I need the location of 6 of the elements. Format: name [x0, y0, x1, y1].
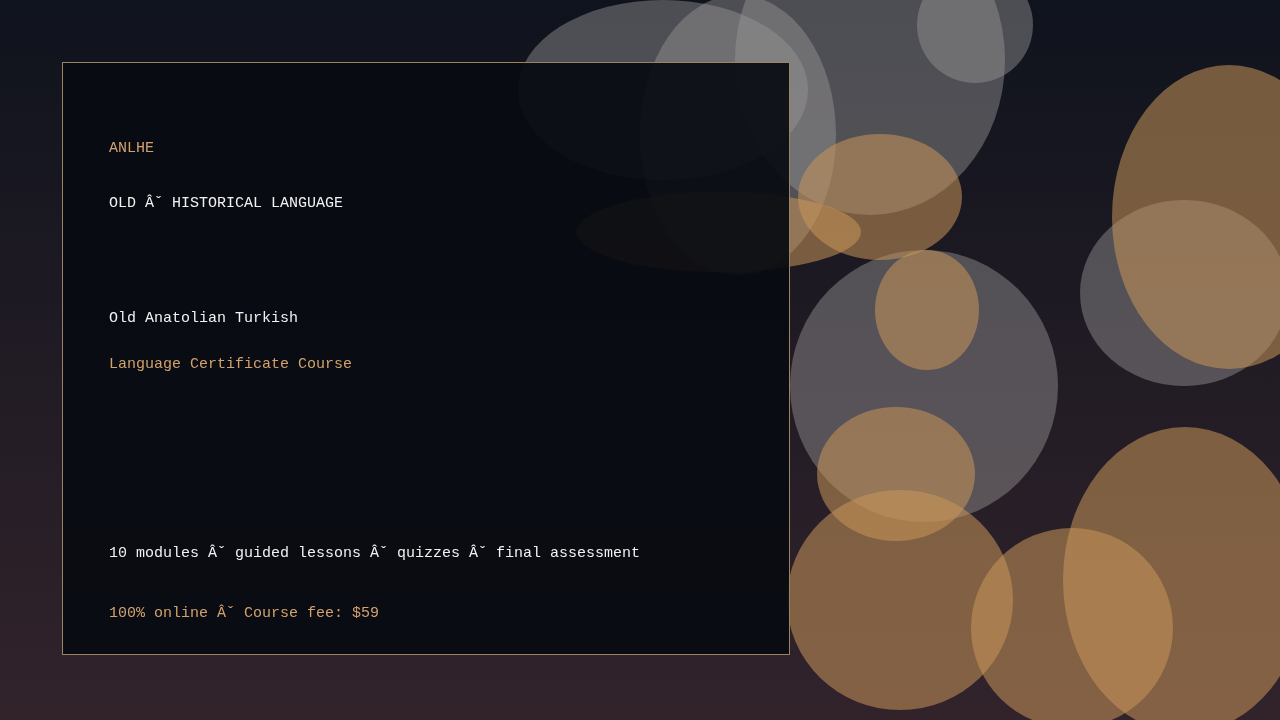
course-subtitle: Language Certificate Course: [109, 356, 353, 374]
course-title: Old Anatolian Turkish: [109, 310, 299, 328]
category-label: OLD Âˇ HISTORICAL LANGUAGE: [109, 195, 344, 213]
brand-name: ANLHE: [109, 140, 154, 158]
course-details: 10 modules Âˇ guided lessons Âˇ quizzes Âˇ final assessment: [109, 545, 641, 563]
course-pricing: 100% online Âˇ Course fee: $59: [109, 605, 380, 623]
